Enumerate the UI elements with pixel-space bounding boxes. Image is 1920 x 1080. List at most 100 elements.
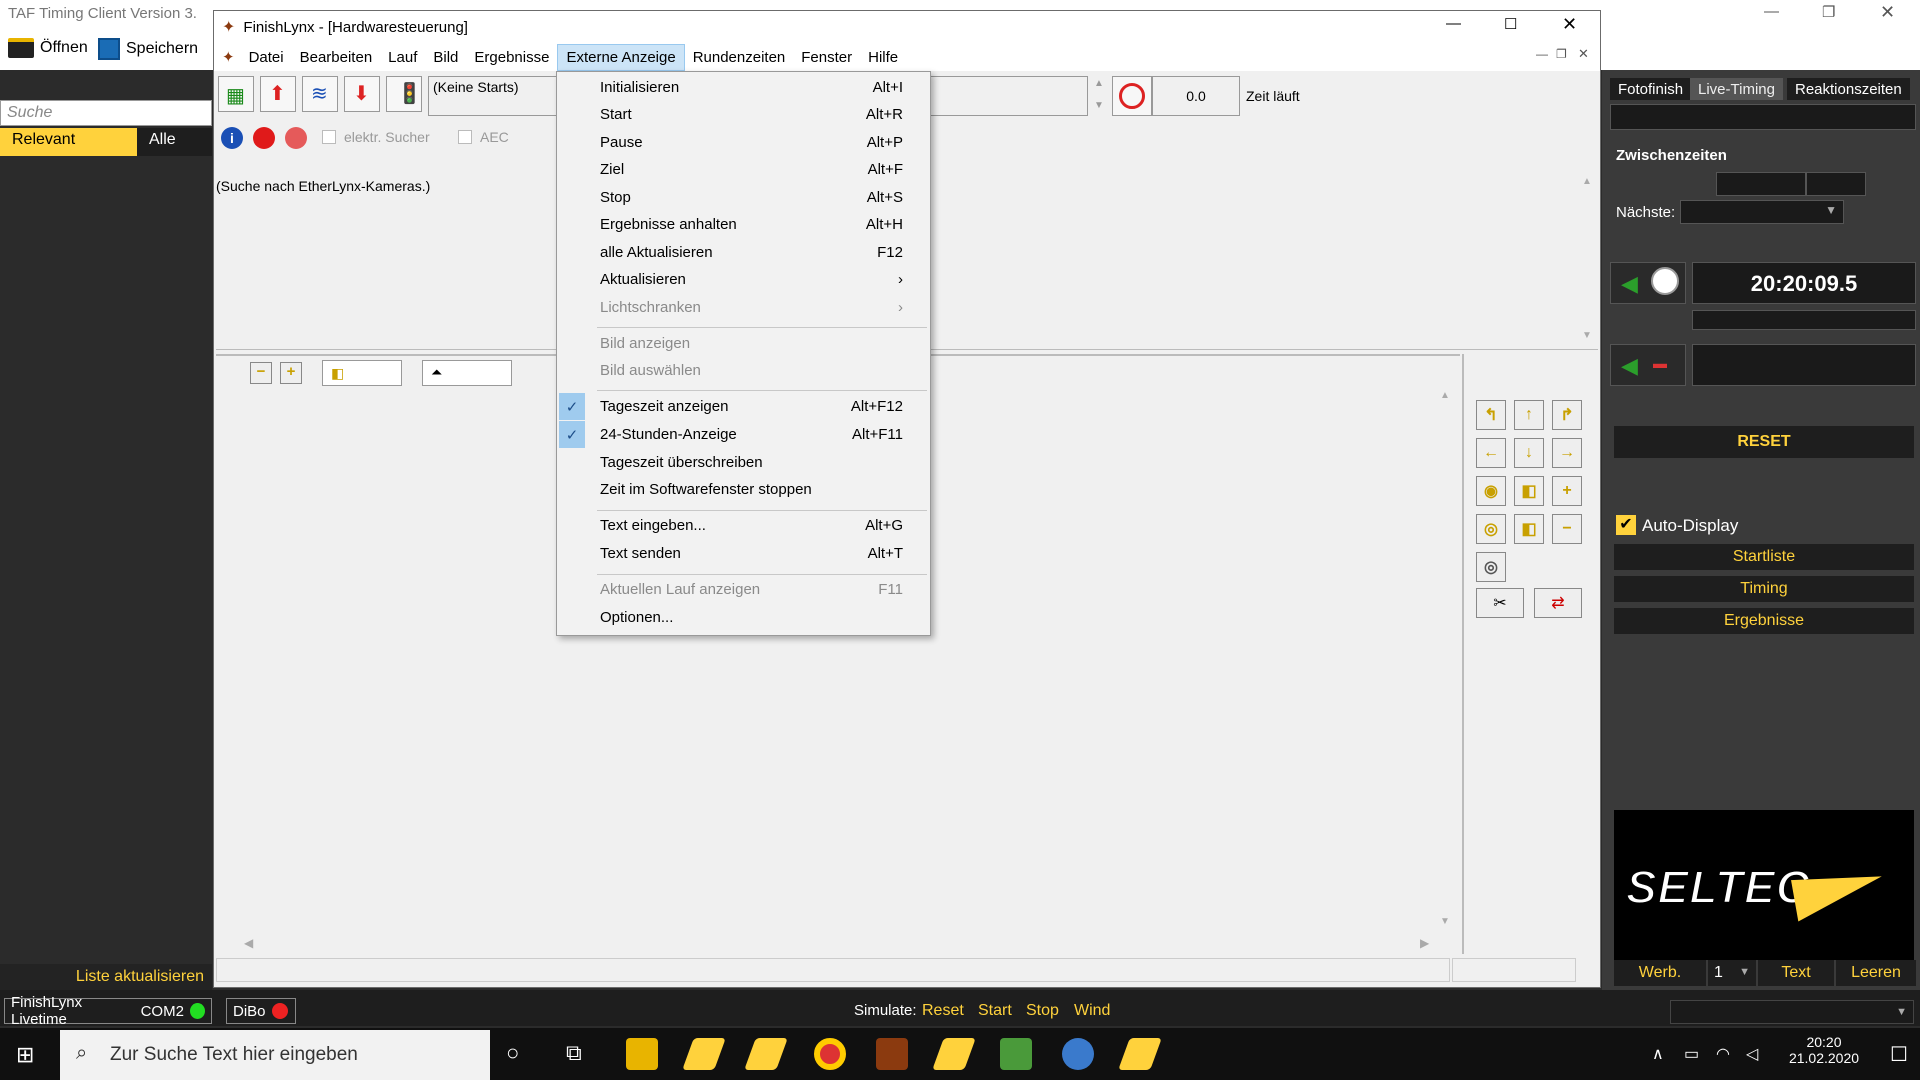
- image-viewer-icon[interactable]: [1000, 1038, 1032, 1070]
- photocell-button[interactable]: ◀ ▬: [1610, 344, 1686, 386]
- arrow-left-icon[interactable]: ←: [1476, 438, 1506, 468]
- menu-fenster[interactable]: Fenster: [793, 45, 860, 70]
- menu-item[interactable]: Initialisieren Alt+I: [557, 74, 929, 101]
- tools-icon[interactable]: ✂: [1476, 588, 1524, 618]
- ad-button[interactable]: Werb.: [1614, 960, 1706, 986]
- menu-item[interactable]: Optionen...: [557, 604, 929, 631]
- startlist-button[interactable]: Startliste: [1614, 544, 1914, 570]
- sim-wind-button[interactable]: Wind: [1074, 1002, 1110, 1020]
- camera-tool-button[interactable]: ▦: [218, 76, 254, 112]
- no-run-button[interactable]: [1112, 76, 1152, 116]
- menu-rundenzeiten[interactable]: Rundenzeiten: [685, 45, 794, 70]
- arrow-right-icon[interactable]: →: [1552, 438, 1582, 468]
- target-icon[interactable]: ◉: [1476, 476, 1506, 506]
- record-icon[interactable]: [253, 127, 275, 149]
- globe-icon[interactable]: [1062, 1038, 1094, 1070]
- auto-display-checkbox[interactable]: ✔: [1616, 515, 1636, 535]
- volume-icon[interactable]: ◁: [1746, 1044, 1758, 1064]
- explorer-icon[interactable]: [626, 1038, 658, 1070]
- menu-item[interactable]: ✓ Tageszeit anzeigen Alt+F12: [557, 393, 929, 420]
- plus-icon[interactable]: +: [1552, 476, 1582, 506]
- menu-bild[interactable]: Bild: [425, 45, 466, 70]
- results-button[interactable]: Ergebnisse: [1614, 608, 1914, 634]
- sim-stop-button[interactable]: Stop: [1026, 1002, 1059, 1020]
- download-tool-button[interactable]: ⬇: [344, 76, 380, 112]
- fl-maximize-icon[interactable]: ☐: [1504, 15, 1517, 33]
- fl-close-icon[interactable]: ✕: [1562, 14, 1577, 35]
- window-icon[interactable]: ◧: [1514, 476, 1544, 506]
- edit-tool-button[interactable]: ≋: [302, 76, 338, 112]
- ad-select[interactable]: 1 ▼: [1708, 960, 1756, 986]
- target-dark-icon[interactable]: ◎: [1476, 514, 1506, 544]
- fl-minimize-icon[interactable]: —: [1446, 15, 1461, 32]
- scroll-up-icon[interactable]: ▲: [1582, 176, 1592, 187]
- menu-lauf[interactable]: Lauf: [380, 45, 425, 70]
- reset-button[interactable]: RESET: [1614, 426, 1914, 458]
- battery-icon[interactable]: ▭: [1684, 1044, 1699, 1064]
- menu-item[interactable]: Pause Alt+P: [557, 129, 929, 156]
- clock[interactable]: 20:20 21.02.2020: [1772, 1034, 1876, 1066]
- tab-relevant[interactable]: Relevant: [0, 128, 137, 156]
- traffic-light-button[interactable]: 🚦: [386, 76, 422, 112]
- zoom-field[interactable]: ◧: [322, 360, 402, 386]
- tab-reaktionszeiten[interactable]: Reaktionszeiten: [1787, 78, 1910, 100]
- minus-icon[interactable]: −: [1552, 514, 1582, 544]
- menu-item[interactable]: ✓ 24-Stunden-Anzeige Alt+F11: [557, 421, 929, 448]
- menu-item[interactable]: Ergebnisse anhalten Alt+H: [557, 211, 929, 238]
- mdi-restore-icon[interactable]: ❐: [1556, 47, 1567, 61]
- task-view-icon[interactable]: ⧉: [566, 1040, 582, 1066]
- scroll-up-icon[interactable]: ▲: [1440, 390, 1450, 401]
- arrow-up-icon[interactable]: ↑: [1514, 400, 1544, 430]
- menu-item[interactable]: Text senden Alt+T: [557, 540, 929, 567]
- refresh-list-button[interactable]: Liste aktualisieren: [0, 964, 212, 990]
- scroll-left-icon[interactable]: ◀: [244, 936, 253, 950]
- mdi-close-icon[interactable]: ✕: [1578, 46, 1589, 62]
- scroll-down-icon[interactable]: ▼: [1094, 100, 1104, 111]
- record-auto-icon[interactable]: [285, 127, 307, 149]
- window-small-icon[interactable]: ◧: [1514, 514, 1544, 544]
- next-select[interactable]: ▼: [1680, 200, 1844, 224]
- rotate-left-icon[interactable]: ↰: [1476, 400, 1506, 430]
- menu-item[interactable]: Ziel Alt+F: [557, 156, 929, 183]
- aec-checkbox[interactable]: [458, 130, 472, 144]
- taf-maximize-icon[interactable]: ❐: [1822, 3, 1835, 21]
- menu-externe-anzeige[interactable]: Externe Anzeige: [557, 43, 685, 71]
- menu-bearbeiten[interactable]: Bearbeiten: [292, 45, 381, 70]
- scroll-up-icon[interactable]: ▲: [1094, 78, 1104, 89]
- scroll-down-icon[interactable]: ▼: [1440, 916, 1450, 927]
- start-time-button[interactable]: ◀: [1610, 262, 1686, 304]
- upload-tool-button[interactable]: ⬆: [260, 76, 296, 112]
- tab-live-timing[interactable]: Live-Timing: [1690, 78, 1783, 100]
- tab-fotofinish[interactable]: Fotofinish: [1610, 78, 1692, 100]
- searcher-checkbox[interactable]: [322, 130, 336, 144]
- sim-reset-button[interactable]: Reset: [922, 1002, 964, 1020]
- menu-item[interactable]: Stop Alt+S: [557, 184, 929, 211]
- menu-item[interactable]: Text eingeben... Alt+G: [557, 512, 929, 539]
- menu-item[interactable]: Start Alt+R: [557, 101, 929, 128]
- scroll-down-icon[interactable]: ▼: [1582, 330, 1592, 341]
- menu-item[interactable]: Tageszeit überschreiben: [557, 449, 929, 476]
- notifications-icon[interactable]: ☐: [1890, 1042, 1908, 1067]
- rotate-right-icon[interactable]: ↱: [1552, 400, 1582, 430]
- zoom-in-button[interactable]: +: [280, 362, 302, 384]
- timing-button[interactable]: Timing: [1614, 576, 1914, 602]
- zoom-out-button[interactable]: −: [250, 362, 272, 384]
- arrow-down-icon[interactable]: ↓: [1514, 438, 1544, 468]
- taf-minimize-icon[interactable]: —: [1764, 3, 1779, 20]
- text-button[interactable]: Text: [1758, 960, 1834, 986]
- open-button[interactable]: Öffnen: [8, 38, 88, 58]
- windows-start-icon[interactable]: ⊞: [16, 1042, 34, 1068]
- status-dropdown[interactable]: ▼: [1670, 1000, 1914, 1024]
- info-icon[interactable]: i: [221, 127, 243, 149]
- menu-item[interactable]: Zeit im Softwarefenster stoppen: [557, 476, 929, 503]
- tray-chevron-icon[interactable]: ∧: [1652, 1044, 1664, 1064]
- search-input[interactable]: Suche: [0, 100, 212, 126]
- cortana-icon[interactable]: ○: [506, 1040, 519, 1066]
- menu-ergebnisse[interactable]: Ergebnisse: [466, 45, 557, 70]
- align-field[interactable]: ⏶: [422, 360, 512, 386]
- finishlynx-task-icon[interactable]: [876, 1038, 908, 1070]
- menu-item[interactable]: alle Aktualisieren F12: [557, 239, 929, 266]
- scroll-right-icon[interactable]: ▶: [1420, 936, 1429, 950]
- sim-start-button[interactable]: Start: [978, 1002, 1012, 1020]
- menu-hilfe[interactable]: Hilfe: [860, 45, 906, 70]
